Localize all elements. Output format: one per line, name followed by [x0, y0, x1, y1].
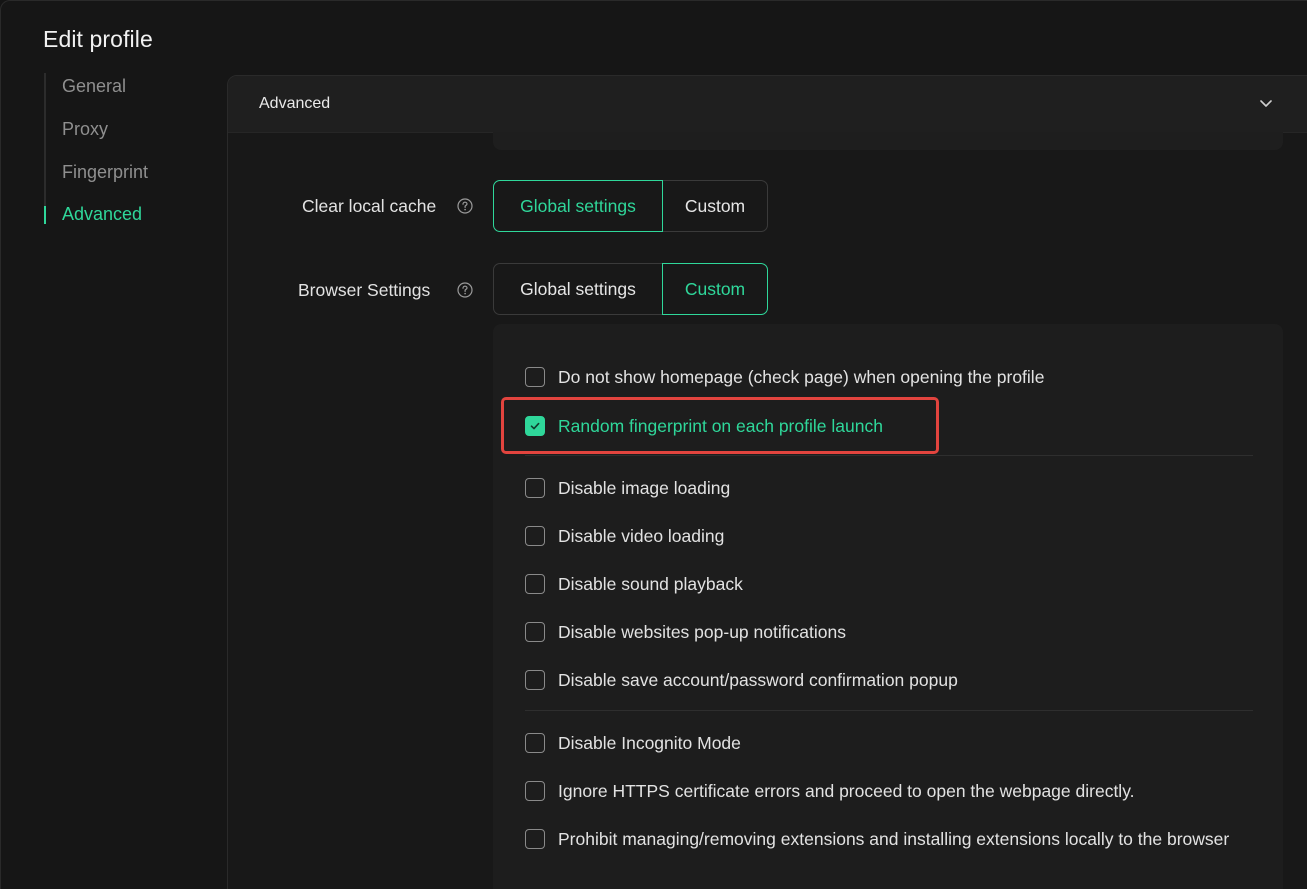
previous-setting-card [493, 132, 1283, 150]
browser-settings-toggle: Global settings Custom [493, 263, 768, 315]
checkbox[interactable] [525, 622, 545, 642]
checkbox-label: Prohibit managing/removing extensions an… [558, 829, 1230, 849]
checkbox-label: Disable Incognito Mode [558, 733, 741, 753]
checkmark-icon [530, 422, 540, 430]
nav-item-fingerprint[interactable]: Fingerprint [62, 162, 148, 183]
checkbox-option[interactable]: Disable sound playback [525, 574, 1248, 598]
nav-item-advanced[interactable]: Advanced [62, 204, 142, 225]
checkbox-label: Ignore HTTPS certificate errors and proc… [558, 781, 1135, 801]
clear-cache-global-button[interactable]: Global settings [493, 180, 663, 232]
checkbox[interactable] [525, 526, 545, 546]
chevron-down-icon[interactable] [1258, 95, 1274, 111]
help-icon[interactable] [457, 282, 473, 298]
checkbox-option[interactable]: Ignore HTTPS certificate errors and proc… [525, 781, 1248, 805]
divider [525, 710, 1253, 711]
divider [525, 455, 1253, 456]
checkbox-label: Disable websites pop-up notifications [558, 622, 846, 642]
advanced-panel: Advanced Clear local cache Global settin… [227, 75, 1307, 889]
checkbox-option[interactable]: Disable websites pop-up notifications [525, 622, 1248, 646]
nav-item-general[interactable]: General [62, 76, 126, 97]
browser-settings-global-button[interactable]: Global settings [493, 263, 663, 315]
checkbox[interactable] [525, 670, 545, 690]
checkbox-option[interactable]: Disable video loading [525, 526, 1248, 550]
clear-cache-custom-button[interactable]: Custom [662, 180, 768, 232]
nav-track [44, 73, 46, 224]
checkbox-label: Disable image loading [558, 478, 731, 498]
checkbox[interactable] [525, 781, 545, 801]
checkbox[interactable] [525, 733, 545, 753]
edit-profile-window: Edit profile General Proxy Fingerprint A… [0, 0, 1307, 889]
checkbox[interactable] [525, 829, 545, 849]
checkbox-label: Disable save account/password confirmati… [558, 670, 958, 690]
checkbox[interactable] [525, 574, 545, 594]
help-icon[interactable] [457, 198, 473, 214]
clear-cache-toggle: Global settings Custom [493, 180, 768, 232]
section-title: Advanced [259, 95, 331, 112]
checkbox-option[interactable]: Prohibit managing/removing extensions an… [525, 829, 1248, 853]
clear-cache-label: Clear local cache [302, 196, 437, 216]
checkbox-option[interactable]: Disable Incognito Mode [525, 733, 1248, 757]
checkbox-option[interactable]: Do not show homepage (check page) when o… [525, 367, 1248, 391]
nav-item-proxy[interactable]: Proxy [62, 119, 108, 140]
checkbox[interactable] [525, 478, 545, 498]
checkbox-label: Disable video loading [558, 526, 725, 546]
checkbox-option[interactable]: Disable save account/password confirmati… [525, 670, 1248, 694]
nav-active-indicator [44, 206, 46, 224]
advanced-section-header[interactable]: Advanced [228, 76, 1307, 133]
checkbox[interactable] [525, 367, 545, 387]
checkbox-option[interactable]: Disable image loading [525, 478, 1248, 502]
checkbox-label: Do not show homepage (check page) when o… [558, 367, 1045, 387]
browser-settings-label: Browser Settings [298, 280, 431, 300]
checkbox[interactable] [525, 416, 545, 436]
checkbox-label: Disable sound playback [558, 574, 743, 594]
browser-settings-custom-button[interactable]: Custom [662, 263, 768, 315]
checkbox-label: Random fingerprint on each profile launc… [558, 416, 883, 436]
checkbox-option-random-fingerprint[interactable]: Random fingerprint on each profile launc… [525, 416, 1248, 440]
page-title: Edit profile [43, 26, 153, 52]
